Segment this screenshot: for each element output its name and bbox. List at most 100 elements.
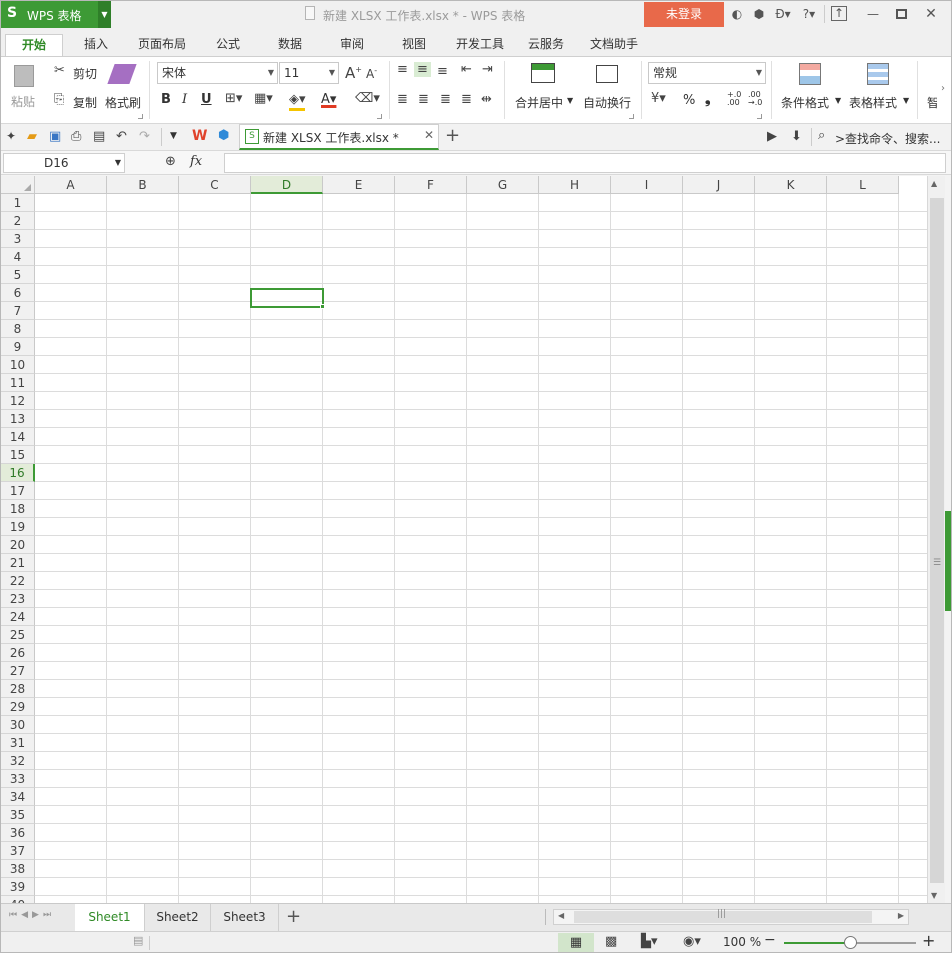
row-header-9[interactable]: 9 bbox=[1, 338, 35, 356]
row-header-3[interactable]: 3 bbox=[1, 230, 35, 248]
row-header-32[interactable]: 32 bbox=[1, 752, 35, 770]
reading-mode-icon[interactable]: ◉▾ bbox=[683, 934, 701, 949]
row-header-16[interactable]: 16 bbox=[1, 464, 35, 482]
clear-format-icon[interactable]: ⌫▾ bbox=[355, 91, 380, 106]
scroll-down-icon[interactable]: ▼ bbox=[931, 891, 937, 900]
zoom-level[interactable]: 100 % bbox=[723, 935, 761, 949]
app-menu-dropdown-icon[interactable]: ▼ bbox=[98, 1, 111, 28]
tab-view[interactable]: 视图 bbox=[391, 34, 437, 56]
tab-cloud-service[interactable]: 云服务 bbox=[521, 34, 571, 56]
scroll-left-icon[interactable]: ◀ bbox=[558, 911, 564, 920]
italic-button[interactable]: I bbox=[182, 92, 187, 107]
zoom-in-icon[interactable]: + bbox=[922, 931, 935, 950]
row-header-26[interactable]: 26 bbox=[1, 644, 35, 662]
vertical-scrollbar[interactable]: ▲ ☰ ▼ bbox=[927, 176, 945, 903]
column-header-d[interactable]: D bbox=[251, 176, 323, 194]
zoom-slider-knob[interactable] bbox=[844, 936, 857, 949]
fill-color-button[interactable]: ◈▾ bbox=[289, 92, 317, 112]
align-right-icon[interactable]: ≣ bbox=[440, 92, 451, 107]
row-header-28[interactable]: 28 bbox=[1, 680, 35, 698]
more-tools-label[interactable]: 智 bbox=[927, 94, 937, 111]
add-sheet-icon[interactable]: + bbox=[286, 906, 301, 927]
row-header-22[interactable]: 22 bbox=[1, 572, 35, 590]
cell-area[interactable] bbox=[35, 194, 927, 903]
app-menu-button[interactable]: S WPS 表格 ▼ bbox=[1, 1, 111, 28]
sheet-tab-3[interactable]: Sheet3 bbox=[211, 904, 279, 931]
increase-decimal-icon[interactable]: +.0.00 bbox=[727, 91, 741, 107]
macro-record-icon[interactable]: ▤ bbox=[133, 934, 143, 947]
row-header-6[interactable]: 6 bbox=[1, 284, 35, 302]
tab-list-icon[interactable]: ⬇ bbox=[791, 129, 802, 144]
zoom-search-icon[interactable]: ⊕ bbox=[165, 154, 176, 169]
row-header-31[interactable]: 31 bbox=[1, 734, 35, 752]
decrease-decimal-icon[interactable]: .00 →.0 bbox=[748, 91, 762, 107]
row-header-27[interactable]: 27 bbox=[1, 662, 35, 680]
new-tab-icon[interactable]: + bbox=[445, 125, 460, 146]
row-header-36[interactable]: 36 bbox=[1, 824, 35, 842]
align-middle-icon[interactable]: ≡ bbox=[414, 62, 431, 77]
number-launcher-icon[interactable] bbox=[757, 114, 762, 119]
wps-home-icon[interactable]: W bbox=[192, 128, 207, 144]
select-all-corner[interactable] bbox=[1, 176, 35, 194]
row-header-34[interactable]: 34 bbox=[1, 788, 35, 806]
column-header-a[interactable]: A bbox=[35, 176, 107, 194]
row-header-19[interactable]: 19 bbox=[1, 518, 35, 536]
maximize-icon[interactable] bbox=[896, 9, 907, 19]
bold-button[interactable]: B bbox=[161, 92, 171, 107]
alignment-launcher-icon[interactable] bbox=[629, 114, 634, 119]
sheet-tab-2[interactable]: Sheet2 bbox=[145, 904, 211, 931]
row-header-12[interactable]: 12 bbox=[1, 392, 35, 410]
row-header-11[interactable]: 11 bbox=[1, 374, 35, 392]
column-header-f[interactable]: F bbox=[395, 176, 467, 194]
cut-button[interactable]: 剪切 bbox=[73, 65, 97, 82]
tab-page-layout[interactable]: 页面布局 bbox=[131, 34, 193, 56]
active-cell-d16[interactable] bbox=[250, 288, 324, 308]
open-folder-icon[interactable]: ▰ bbox=[27, 129, 37, 144]
row-header-33[interactable]: 33 bbox=[1, 770, 35, 788]
column-header-c[interactable]: C bbox=[179, 176, 251, 194]
row-header-4[interactable]: 4 bbox=[1, 248, 35, 266]
page-layout-view-icon[interactable]: ▙▾ bbox=[641, 934, 658, 949]
percent-button[interactable]: % bbox=[683, 93, 695, 108]
font-launcher-icon[interactable] bbox=[377, 114, 382, 119]
column-header-b[interactable]: B bbox=[107, 176, 179, 194]
borders-icon[interactable]: ⊞▾ bbox=[225, 91, 242, 106]
insert-function-button[interactable]: fx bbox=[190, 154, 202, 169]
merge-center-button[interactable]: 合并居中 ▼ bbox=[511, 61, 577, 117]
fill-pattern-icon[interactable]: ▦▾ bbox=[254, 91, 273, 106]
conditional-format-button[interactable]: 条件格式 ▼ bbox=[779, 61, 843, 117]
side-panel-toggle[interactable] bbox=[945, 511, 951, 611]
help-icon[interactable]: ?▾ bbox=[799, 6, 819, 22]
row-header-24[interactable]: 24 bbox=[1, 608, 35, 626]
row-header-20[interactable]: 20 bbox=[1, 536, 35, 554]
feedback-icon[interactable]: Ð▾ bbox=[773, 6, 793, 22]
redo-icon[interactable]: ↷ bbox=[139, 129, 150, 144]
close-tab-icon[interactable]: ✕ bbox=[424, 128, 434, 142]
row-header-38[interactable]: 38 bbox=[1, 860, 35, 878]
tab-formulas[interactable]: 公式 bbox=[205, 34, 251, 56]
skin-icon[interactable]: ◐ bbox=[729, 6, 745, 22]
justify-icon[interactable]: ≣ bbox=[461, 92, 472, 107]
table-style-button[interactable]: 表格样式 ▼ bbox=[847, 61, 911, 117]
tab-start[interactable]: 开始 bbox=[5, 34, 63, 56]
screen-play-icon[interactable]: ▶ bbox=[767, 129, 777, 144]
decrease-indent-icon[interactable]: ⇤ bbox=[461, 62, 472, 77]
row-header-2[interactable]: 2 bbox=[1, 212, 35, 230]
column-header-g[interactable]: G bbox=[467, 176, 539, 194]
align-bottom-icon[interactable]: ≡ bbox=[437, 64, 448, 79]
sheet-tab-1[interactable]: Sheet1 bbox=[75, 904, 145, 931]
align-left-icon[interactable]: ≣ bbox=[397, 92, 408, 107]
command-search[interactable]: >查找命令、搜索... bbox=[835, 130, 941, 147]
row-header-14[interactable]: 14 bbox=[1, 428, 35, 446]
row-header-7[interactable]: 7 bbox=[1, 302, 35, 320]
tab-developer[interactable]: 开发工具 bbox=[449, 34, 511, 56]
row-header-39[interactable]: 39 bbox=[1, 878, 35, 896]
distributed-icon[interactable]: ⇹ bbox=[481, 92, 492, 107]
tab-doc-assistant[interactable]: 文档助手 bbox=[583, 34, 645, 56]
row-header-29[interactable]: 29 bbox=[1, 698, 35, 716]
row-header-30[interactable]: 30 bbox=[1, 716, 35, 734]
split-handle[interactable] bbox=[545, 909, 546, 925]
formula-input[interactable] bbox=[224, 153, 946, 173]
copy-button[interactable]: 复制 bbox=[73, 94, 97, 111]
scroll-right-icon[interactable]: ▶ bbox=[898, 911, 904, 920]
